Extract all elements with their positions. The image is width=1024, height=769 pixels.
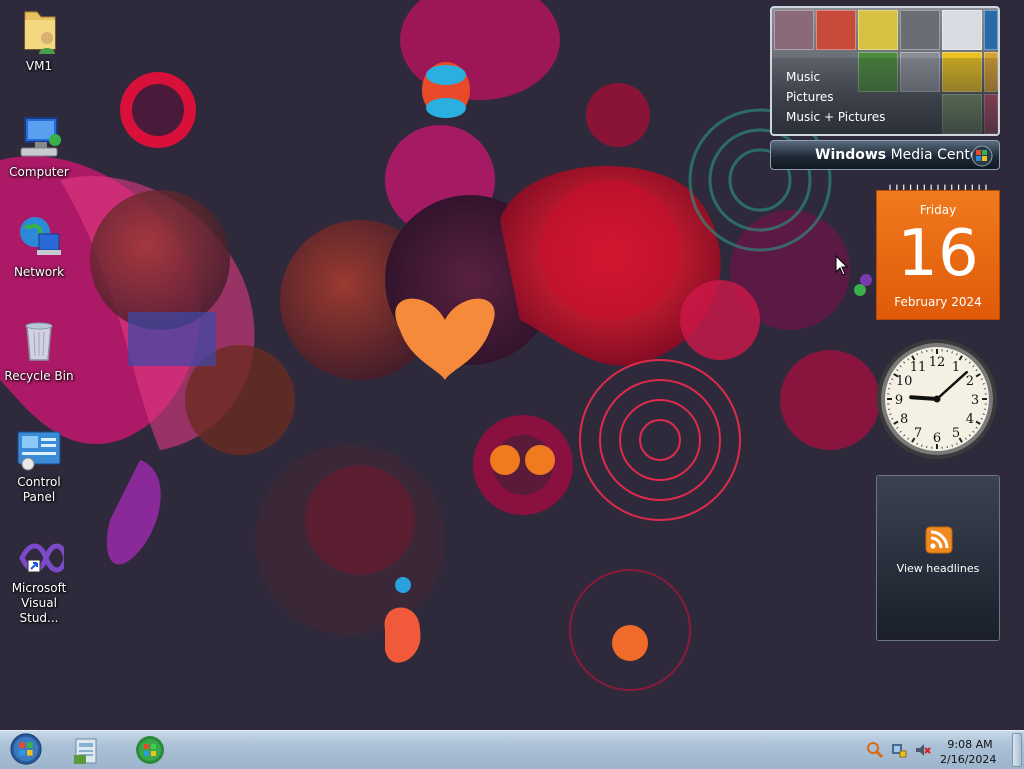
clock-numeral: 3 xyxy=(971,393,979,408)
media-tile[interactable] xyxy=(816,10,856,50)
rss-icon xyxy=(925,526,953,554)
visual-studio-icon xyxy=(14,538,64,578)
calendar-gadget[interactable]: Friday 16 February 2024 xyxy=(876,182,1000,320)
desktop-icon-visual-studio[interactable]: Microsoft Visual Stud... xyxy=(0,538,78,626)
search-icon[interactable] xyxy=(866,741,884,759)
media-center-title-rest: Media Center xyxy=(886,147,984,163)
desktop-icon-label: Microsoft Visual Stud... xyxy=(0,581,78,626)
windows-start-orb[interactable] xyxy=(6,732,46,766)
tray-clock-date[interactable]: 2/16/2024 xyxy=(940,753,996,766)
computer-icon xyxy=(15,112,63,162)
show-desktop-button[interactable] xyxy=(1012,733,1022,767)
media-menu-pictures[interactable]: Pictures xyxy=(786,90,834,104)
view-headlines-link[interactable]: View headlines xyxy=(877,562,999,575)
calendar-weekday: Friday xyxy=(877,203,999,217)
recycle-bin-icon xyxy=(19,318,59,366)
media-tile[interactable] xyxy=(858,10,898,50)
desktop-icon-label: Computer xyxy=(0,165,78,180)
desktop-icon-vm1[interactable]: VM1 xyxy=(0,6,78,74)
taskbar: 9:08 AM 2/16/2024 xyxy=(0,730,1024,769)
clock-numeral: 4 xyxy=(966,412,974,427)
clock-numeral: 9 xyxy=(895,393,903,408)
calendar-day-number: 16 xyxy=(877,219,999,289)
media-menu-music[interactable]: Music xyxy=(786,70,820,84)
media-tile[interactable] xyxy=(942,10,982,50)
media-tile[interactable] xyxy=(984,10,998,50)
media-center-gadget[interactable]: Music Pictures Music + Pictures Windows … xyxy=(770,6,1000,170)
calendar-month-year: February 2024 xyxy=(877,295,999,309)
clock-numeral: 6 xyxy=(933,431,941,446)
desktop-icon-label: VM1 xyxy=(0,59,78,74)
media-tiles[interactable]: Music Pictures Music + Pictures xyxy=(770,6,1000,136)
clock-numeral: 12 xyxy=(929,355,946,370)
clock-numeral: 2 xyxy=(966,374,974,389)
desktop-icon-recycle-bin[interactable]: Recycle Bin xyxy=(0,318,78,384)
media-tile[interactable] xyxy=(900,10,940,50)
clock-numeral: 8 xyxy=(900,412,908,427)
desktop-icon-label: Network xyxy=(0,265,78,280)
media-player-icon[interactable] xyxy=(134,733,166,767)
media-center-launch-bar[interactable]: Windows Media Center xyxy=(770,140,1000,170)
media-menu-music-pictures[interactable]: Music + Pictures xyxy=(786,110,885,124)
clock-numeral: 1 xyxy=(952,360,960,375)
clock-numeral: 10 xyxy=(896,374,913,389)
clock-gadget[interactable]: 123456789101112 xyxy=(874,336,1000,462)
control-panel-icon xyxy=(14,428,64,472)
calendar-page[interactable]: Friday 16 February 2024 xyxy=(876,190,1000,320)
desktop-icon-network[interactable]: Network xyxy=(0,212,78,280)
tray-clock-time[interactable]: 9:08 AM xyxy=(944,738,996,751)
desktop-icon-control-panel[interactable]: Control Panel xyxy=(0,428,78,505)
desktop-icon-computer[interactable]: Computer xyxy=(0,112,78,180)
clock-hour-hand xyxy=(911,397,937,399)
user-folder-icon xyxy=(19,6,59,56)
network-tray-icon[interactable] xyxy=(890,741,908,759)
network-icon xyxy=(15,212,63,262)
clock-numeral: 11 xyxy=(910,360,927,375)
media-tile[interactable] xyxy=(774,10,814,50)
media-center-title: Windows Media Center xyxy=(815,147,984,163)
mouse-cursor xyxy=(835,255,849,277)
media-center-title-bold: Windows xyxy=(815,147,886,163)
desktop-icon-label: Control Panel xyxy=(0,475,78,505)
notification-area: 9:08 AM 2/16/2024 xyxy=(862,735,992,765)
explorer-icon[interactable] xyxy=(72,733,102,767)
desktop-icon-label: Recycle Bin xyxy=(0,369,78,384)
volume-muted-icon[interactable] xyxy=(914,741,932,759)
feed-headlines-gadget[interactable]: View headlines xyxy=(876,475,1000,641)
windows-logo-icon xyxy=(971,145,993,167)
